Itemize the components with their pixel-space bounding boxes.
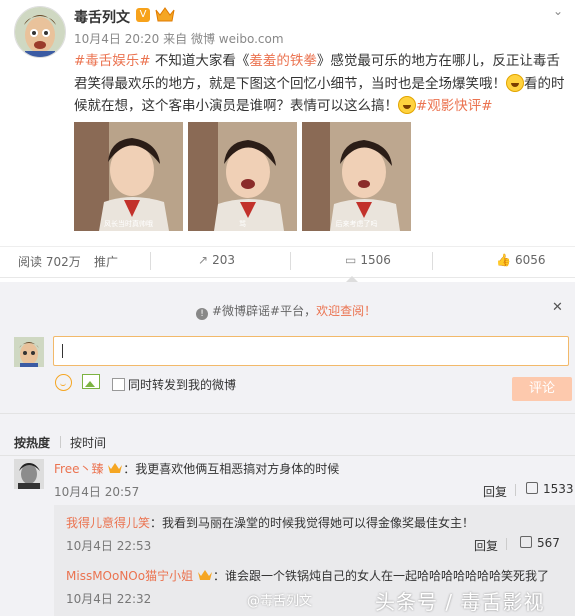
repost-checkbox[interactable] — [112, 378, 125, 391]
thumbs-up-icon — [520, 536, 532, 548]
movie-link[interactable]: 羞羞的铁拳 — [249, 53, 317, 69]
divider — [432, 252, 433, 270]
sub-comment-body: MissMOoNOo猫宁小姐 ：谁会跟一个铁锅炖自己的女人在一起哈哈哈哈哈哈哈笑… — [66, 567, 549, 584]
comment-text: ：我更喜欢他俩互相恶搞对方身体的时候 — [123, 462, 340, 476]
repost-count: 203 — [212, 253, 235, 267]
promote-button[interactable]: 推广 — [94, 253, 118, 270]
stats-bar — [0, 246, 575, 278]
comment-count: 1506 — [360, 253, 391, 267]
divider — [515, 484, 516, 496]
read-count: 阅读 702万 — [18, 255, 81, 269]
comment-text: ：谁会跟一个铁锅炖自己的女人在一起哈哈哈哈哈哈哈笑死我了 — [212, 569, 549, 583]
post-image[interactable]: 后来考虑了吗 — [302, 122, 411, 231]
commenter-name[interactable]: 我得儿意得儿笑 — [66, 516, 150, 530]
image-upload-icon[interactable] — [82, 374, 100, 389]
image-caption: 骂 — [239, 220, 246, 228]
watermark-small: @毒舌列文 — [247, 594, 313, 609]
comment-time: 10月4日 20:57 — [54, 485, 140, 499]
comment-icon: ▭ — [345, 253, 357, 267]
comment-input[interactable] — [53, 336, 569, 366]
sort-by-hot[interactable]: 按热度 — [14, 434, 50, 451]
divider — [60, 436, 61, 448]
like-button[interactable]: 👍 6056 — [496, 253, 546, 267]
repost-checkbox-label[interactable]: 同时转发到我的微博 — [128, 376, 236, 393]
repost-icon: ↗ — [198, 253, 209, 267]
comment-body: Free丶臻 ：我更喜欢他俩互相恶搞对方身体的时候 — [54, 460, 339, 477]
commenter-avatar[interactable] — [14, 459, 44, 489]
commenter-name[interactable]: MissMOoNOo猫宁小姐 — [66, 569, 193, 583]
vip-crown-icon — [107, 462, 123, 476]
topic-tag[interactable]: #毒舌娱乐# — [74, 53, 151, 69]
divider — [0, 413, 575, 414]
divider — [150, 252, 151, 270]
reply-button[interactable]: 回复 — [483, 483, 507, 500]
comment-like-count: 567 — [537, 536, 560, 550]
thumbs-up-icon: 👍 — [496, 253, 511, 267]
divider — [0, 455, 575, 456]
thumbs-up-icon — [526, 482, 538, 494]
text-segment: 不知道大家看《 — [150, 53, 250, 69]
rumor-notice: ! #微博辟谣#平台，欢迎查阅！ — [196, 302, 376, 320]
sort-by-time[interactable]: 按时间 — [70, 434, 106, 451]
vip-crown-icon — [155, 6, 175, 22]
post-menu-chevron-icon[interactable]: ⌄ — [553, 4, 563, 18]
comment-time: 10月4日 22:32 — [66, 592, 152, 606]
author-name[interactable]: 毒舌列文 — [74, 7, 130, 27]
post-source[interactable]: 微博 weibo.com — [191, 32, 284, 46]
comment-like-count: 1533 — [543, 482, 574, 496]
from-label: 来自 — [163, 32, 188, 46]
divider — [290, 252, 291, 270]
commenter-name[interactable]: Free丶臻 — [54, 462, 103, 476]
notice-link[interactable]: 欢迎查阅！ — [316, 304, 376, 318]
text-cursor — [62, 344, 63, 358]
repost-button[interactable]: ↗ 203 — [198, 253, 235, 267]
image-caption: 后来考虑了吗 — [335, 220, 378, 228]
comment-like-button[interactable]: 567 — [520, 536, 560, 550]
comment-submit-button[interactable]: 评论 — [512, 377, 572, 401]
comment-text: ：我看到马丽在澡堂的时候我觉得她可以得金像奖最佳女主！ — [150, 516, 475, 530]
comment-like-button[interactable]: 1533 — [526, 482, 574, 496]
divider — [506, 538, 507, 550]
image-caption: 风长当时真帅哦 — [104, 220, 153, 228]
info-icon: ! — [196, 308, 208, 320]
reply-button[interactable]: 回复 — [474, 537, 498, 554]
post-image[interactable]: 风长当时真帅哦 — [74, 122, 183, 231]
like-count: 6056 — [514, 253, 546, 267]
watermark-large: 头条号 / 毒舌影视 — [375, 590, 545, 614]
topic-tag[interactable]: #观影快评# — [416, 98, 493, 114]
emoji-picker-icon[interactable] — [55, 374, 72, 391]
vip-crown-icon — [197, 569, 213, 583]
author-avatar[interactable] — [14, 6, 66, 58]
close-icon[interactable]: ✕ — [552, 300, 563, 315]
sub-comment-body: 我得儿意得儿笑：我看到马丽在澡堂的时候我觉得她可以得金像奖最佳女主！ — [66, 514, 474, 531]
laugh-emoji-icon — [506, 73, 524, 92]
verified-badge-icon: V — [136, 8, 150, 22]
comment-time: 10月4日 22:53 — [66, 539, 152, 553]
comment-button[interactable]: ▭ 1506 — [345, 253, 391, 267]
post-time[interactable]: 10月4日 20:20 — [74, 32, 159, 46]
post-meta: 10月4日 20:20 来自 微博 weibo.com — [74, 30, 284, 47]
notice-text[interactable]: #微博辟谣#平台， — [212, 304, 316, 318]
post-image[interactable]: 骂 — [188, 122, 297, 231]
grin-emoji-icon — [398, 96, 416, 114]
my-avatar — [14, 337, 44, 367]
post-text: #毒舌娱乐# 不知道大家看《羞羞的铁拳》感觉最可乐的地方在哪儿，反正让毒舌君笑得… — [74, 50, 569, 118]
